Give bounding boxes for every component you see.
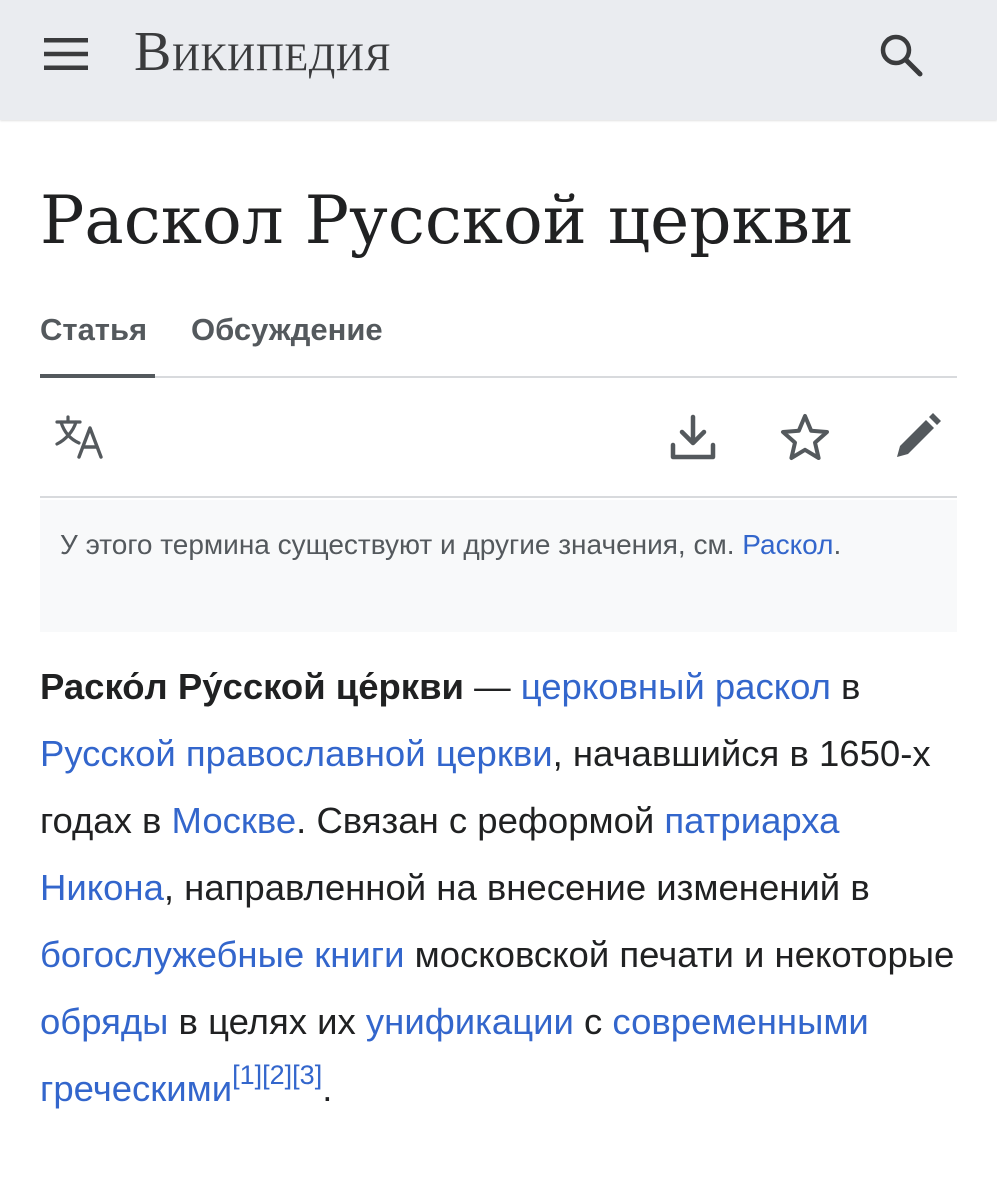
text-segment: в (830, 666, 861, 707)
pencil-icon (897, 413, 941, 457)
text-segment: , направленной на внесение изменений в (163, 867, 870, 908)
reference-link-2[interactable]: [2] (262, 1060, 292, 1090)
reference-link-1[interactable]: [1] (232, 1060, 262, 1090)
link-russian-orthodox-church[interactable]: Русской православной церкви (40, 733, 553, 774)
tab-article-label: Статья (40, 312, 148, 347)
link-moscow[interactable]: Москве (172, 800, 297, 841)
reference-link-3[interactable]: [3] (292, 1060, 322, 1090)
watch-button[interactable] (774, 406, 836, 468)
download-button[interactable] (662, 406, 724, 468)
page-actions-toolbar (40, 378, 957, 498)
hatnote: У этого термина существуют и другие знач… (40, 500, 957, 632)
search-icon (880, 34, 923, 77)
reference-marks: [1][2][3] (232, 1060, 322, 1090)
text-segment: московской печати и некоторые (404, 934, 955, 975)
link-unification[interactable]: унификации (366, 1001, 574, 1042)
hatnote-text: У этого термина существуют и другие знач… (60, 529, 735, 560)
tab-article[interactable]: Статья (40, 304, 155, 378)
hamburger-menu-icon (44, 38, 88, 70)
page-title: Раскол Русской церкви (40, 182, 854, 259)
link-rites[interactable]: обряды (40, 1001, 168, 1042)
app-header: Википедия (0, 0, 997, 120)
search-button[interactable] (872, 26, 930, 84)
link-church-schism[interactable]: церковный раскол (521, 666, 831, 707)
hatnote-link-raskol[interactable]: Раскол (742, 529, 833, 560)
language-button[interactable] (50, 406, 112, 468)
translate-icon (55, 415, 103, 459)
bold-term: Раско́л Ру́сской це́ркви (40, 666, 464, 707)
text-segment: с (573, 1001, 613, 1042)
text-dash: — (463, 666, 521, 707)
text-period: . (322, 1068, 333, 1109)
main-menu-button[interactable] (38, 26, 94, 82)
namespace-tabs: Статья Обсуждение (40, 304, 957, 378)
text-segment: . Связан с реформой (296, 800, 665, 841)
edit-button[interactable] (886, 406, 948, 468)
text-segment: в целях их (168, 1001, 366, 1042)
lead-paragraph: Раско́л Ру́сской це́ркви — церковный рас… (40, 653, 970, 1122)
link-liturgical-books[interactable]: богослужебные книги (40, 934, 404, 975)
tab-talk[interactable]: Обсуждение (191, 304, 383, 376)
wikipedia-logo[interactable]: Википедия (134, 20, 391, 84)
download-icon (670, 414, 716, 460)
tab-talk-label: Обсуждение (191, 312, 383, 347)
hatnote-period: . (833, 529, 842, 560)
star-icon (781, 414, 829, 460)
